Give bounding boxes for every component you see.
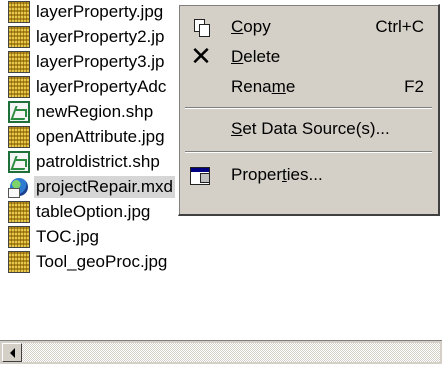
file-item[interactable]: tableOption.jpg <box>8 200 152 224</box>
horizontal-scrollbar[interactable] <box>0 340 442 364</box>
arrow-left-icon <box>9 347 15 358</box>
file-name: tableOption.jpg <box>36 202 151 221</box>
menu-item-delete[interactable]: ✕ Delete <box>183 43 434 71</box>
copy-icon <box>189 15 213 39</box>
menu-separator <box>185 107 432 109</box>
file-name: TOC.jpg <box>36 227 99 246</box>
context-menu: Copy Ctrl+C ✕ Delete Rename F2 Set Data … <box>178 4 440 216</box>
delete-x-icon: ✕ <box>190 42 212 72</box>
scrollbar-track[interactable] <box>22 343 440 362</box>
scroll-left-button[interactable] <box>2 343 22 362</box>
menu-item-rename[interactable]: Rename F2 <box>183 73 434 101</box>
menu-item-label: Properties... <box>231 165 323 184</box>
jpg-file-icon <box>8 26 30 48</box>
bottom-area <box>0 364 442 381</box>
menu-item-label: Set Data Source(s)... <box>231 119 390 138</box>
file-name: layerProperty3.jp <box>36 52 165 71</box>
file-name: openAttribute.jpg <box>36 127 165 146</box>
file-name: projectRepair.mxd <box>34 176 176 198</box>
file-item[interactable]: layerProperty2.jp <box>8 25 167 49</box>
menu-shortcut: F2 <box>404 77 424 96</box>
file-item[interactable]: patroldistrict.shp <box>8 150 162 174</box>
shapefile-icon <box>8 101 30 123</box>
file-item[interactable]: layerProperty.jpg <box>8 0 165 24</box>
file-name: patroldistrict.shp <box>36 152 160 171</box>
menu-item-label: Copy <box>231 17 271 36</box>
properties-icon <box>189 163 213 187</box>
jpg-file-icon <box>8 126 30 148</box>
jpg-file-icon <box>8 201 30 223</box>
menu-item-properties[interactable]: Properties... <box>183 161 434 189</box>
jpg-file-icon <box>8 76 30 98</box>
file-name: layerProperty.jpg <box>36 2 164 21</box>
map-document-icon <box>8 176 30 198</box>
jpg-file-icon <box>8 226 30 248</box>
menu-shortcut: Ctrl+C <box>375 17 424 36</box>
menu-separator <box>185 151 432 153</box>
file-item[interactable]: layerProperty3.jp <box>8 50 167 74</box>
menu-item-set-data-source[interactable]: Set Data Source(s)... <box>183 115 434 143</box>
file-item[interactable]: TOC.jpg <box>8 225 101 249</box>
file-name: Tool_geoProc.jpg <box>36 252 168 271</box>
shapefile-icon <box>8 151 30 173</box>
file-name: newRegion.shp <box>36 102 154 121</box>
file-item-selected[interactable]: projectRepair.mxd <box>8 175 176 199</box>
menu-item-label: Delete <box>231 47 281 66</box>
file-name: layerPropertyAdc <box>36 77 167 96</box>
file-item[interactable]: newRegion.shp <box>8 100 155 124</box>
menu-item-label: Rename <box>231 77 296 96</box>
jpg-file-icon <box>8 51 30 73</box>
file-item[interactable]: Tool_geoProc.jpg <box>8 250 169 274</box>
jpg-file-icon <box>8 251 30 273</box>
menu-item-copy[interactable]: Copy Ctrl+C <box>183 13 434 41</box>
jpg-file-icon <box>8 1 30 23</box>
file-item[interactable]: openAttribute.jpg <box>8 125 167 149</box>
file-item[interactable]: layerPropertyAdc <box>8 75 168 99</box>
file-name: layerProperty2.jp <box>36 27 165 46</box>
